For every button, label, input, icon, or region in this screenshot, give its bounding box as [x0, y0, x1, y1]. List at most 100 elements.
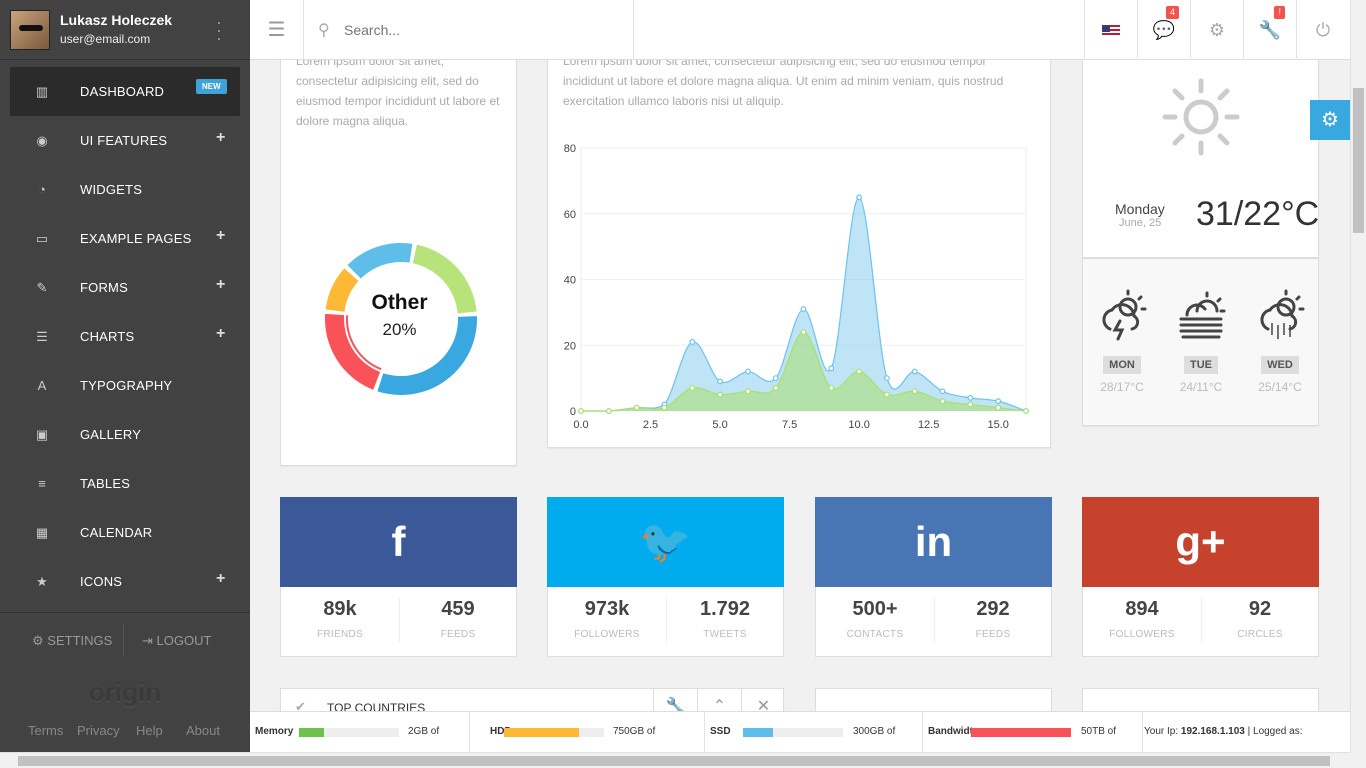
- data-point[interactable]: [884, 391, 890, 398]
- gear-icon: ⚙: [32, 633, 44, 648]
- data-point[interactable]: [939, 398, 946, 405]
- horizontal-scrollbar[interactable]: [0, 752, 1350, 768]
- data-point[interactable]: [689, 339, 696, 345]
- language-button[interactable]: [1084, 0, 1137, 60]
- status-value: 2GB of: [408, 726, 440, 737]
- data-point[interactable]: [605, 408, 612, 414]
- facebook-icon[interactable]: f: [280, 497, 517, 587]
- sidebar-item-tables[interactable]: ≡ TABLES: [0, 459, 250, 508]
- data-point[interactable]: [800, 329, 807, 336]
- tools-button[interactable]: 🔧!: [1243, 0, 1296, 60]
- settings-button[interactable]: ⚙: [1190, 0, 1243, 60]
- data-point[interactable]: [744, 388, 751, 395]
- twitter-icon[interactable]: 🐦: [547, 497, 784, 587]
- data-point[interactable]: [856, 368, 863, 375]
- forecast-day: WED: [1261, 356, 1299, 374]
- linkedin-icon[interactable]: in: [815, 497, 1052, 587]
- footer-link-help[interactable]: Help: [136, 723, 163, 738]
- x-tick-label: 12.5: [918, 419, 939, 431]
- sidebar-item-calendar[interactable]: ▦ CALENDAR: [0, 508, 250, 557]
- data-point[interactable]: [772, 375, 779, 382]
- search-input[interactable]: [344, 18, 614, 42]
- social-card-linkedin: in 500+ CONTACTS 292 FEEDS: [815, 497, 1052, 657]
- sidebar-item-ui-features[interactable]: ◉ UI FEATURES +: [0, 116, 250, 165]
- data-point[interactable]: [911, 388, 918, 395]
- data-point[interactable]: [995, 398, 1002, 405]
- data-point[interactable]: [633, 404, 640, 411]
- sidebar-item-charts[interactable]: ☰ CHARTS +: [0, 312, 250, 361]
- footer-link-privacy[interactable]: Privacy: [77, 723, 120, 738]
- data-point[interactable]: [995, 404, 1002, 411]
- gear-icon: ⚙: [1208, 20, 1226, 40]
- avatar[interactable]: [10, 10, 50, 50]
- donut-chart[interactable]: [311, 229, 491, 409]
- bar-chart-icon: ▥: [35, 84, 49, 99]
- theme-settings-toggle[interactable]: ⚙: [1310, 100, 1350, 140]
- x-tick-label: 15.0: [987, 419, 1008, 431]
- status-label: Memory: [255, 726, 294, 737]
- social-card-google-plus: g+ 894 FOLLOWERS 92 CIRCLES: [1082, 497, 1319, 657]
- sidebar-item-dashboard[interactable]: ▥ DASHBOARD NEW: [10, 67, 240, 116]
- status-label: SSD: [710, 726, 731, 737]
- forecast-tue: TUE 24/11°C: [1162, 289, 1240, 394]
- vertical-scrollbar[interactable]: [1350, 0, 1366, 752]
- messages-button[interactable]: 💬 4: [1137, 0, 1190, 60]
- footer-link-about[interactable]: About: [186, 723, 220, 738]
- cogs-icon: ⚙: [1321, 109, 1339, 131]
- status-progress: [743, 728, 843, 737]
- logout-link[interactable]: ⇥ LOGOUT: [142, 633, 211, 649]
- sidebar-item-label: CHARTS: [80, 329, 135, 344]
- data-point[interactable]: [939, 388, 946, 395]
- footer-link-terms[interactable]: Terms: [28, 723, 63, 738]
- scrollbar-thumb[interactable]: [1353, 88, 1364, 233]
- sidebar-item-forms[interactable]: ✎ FORMS +: [0, 263, 250, 312]
- area-chart[interactable]: 0 20 40 60 80 0.0 2.5 5.0 7.5 10.0 12.5 15.0: [548, 136, 1050, 436]
- donut-segment[interactable]: [347, 243, 413, 279]
- data-point[interactable]: [856, 194, 863, 201]
- social-stat: 92 CIRCLES: [1201, 598, 1319, 640]
- data-point[interactable]: [578, 408, 584, 414]
- stat-caption: FOLLOWERS: [574, 629, 640, 640]
- power-button[interactable]: ⏻: [1296, 0, 1349, 60]
- hamburger-icon[interactable]: ☰: [250, 0, 304, 60]
- data-point[interactable]: [911, 368, 918, 375]
- data-point[interactable]: [661, 404, 668, 411]
- data-point[interactable]: [800, 306, 807, 312]
- scrollbar-thumb[interactable]: [18, 756, 1330, 766]
- data-point[interactable]: [717, 378, 723, 385]
- google-plus-icon[interactable]: g+: [1082, 497, 1319, 587]
- status-value: 50TB of: [1081, 726, 1117, 737]
- sidebar-item-label: GALLERY: [80, 427, 142, 442]
- user-menu-icon[interactable]: · · ·: [216, 13, 222, 47]
- data-point[interactable]: [1023, 408, 1029, 414]
- forecast-temp: 24/11°C: [1179, 380, 1223, 394]
- data-point[interactable]: [884, 375, 890, 382]
- data-point[interactable]: [967, 394, 974, 401]
- sidebar-item-widgets[interactable]: ◔ WIDGETS: [0, 165, 250, 214]
- sidebar-item-example-pages[interactable]: ▭ EXAMPLE PAGES +: [0, 214, 250, 263]
- list-alt-icon: ☰: [36, 329, 48, 344]
- stat-caption: FEEDS: [440, 629, 476, 640]
- folder-icon: ▭: [35, 231, 49, 246]
- stat-caption: FRIENDS: [317, 629, 363, 640]
- data-point[interactable]: [828, 385, 835, 391]
- social-stat: 1.792 TWEETS: [666, 598, 784, 640]
- data-point[interactable]: [772, 385, 779, 391]
- status-progress: [504, 728, 604, 737]
- data-point[interactable]: [717, 391, 723, 398]
- stat-number: 894: [1125, 598, 1159, 620]
- data-point[interactable]: [744, 368, 751, 375]
- stat-number: 92: [1248, 598, 1272, 620]
- rain-icon: [1260, 289, 1305, 339]
- forecast-temp: 25/14°C: [1258, 380, 1302, 394]
- sidebar-item-typography[interactable]: A TYPOGRAPHY: [0, 361, 250, 410]
- sidebar-item-label: TABLES: [80, 476, 131, 491]
- data-point[interactable]: [967, 401, 974, 408]
- data-point[interactable]: [689, 385, 696, 391]
- sidebar-item-gallery[interactable]: ▣ GALLERY: [0, 410, 250, 459]
- settings-link[interactable]: ⚙ SETTINGS: [32, 633, 112, 649]
- data-point[interactable]: [828, 365, 835, 372]
- social-stat: 292 FEEDS: [934, 598, 1052, 640]
- status-bandwidth: Bandwidth 50TB of: [923, 712, 1143, 753]
- sidebar-item-icons[interactable]: ★ ICONS +: [0, 557, 250, 606]
